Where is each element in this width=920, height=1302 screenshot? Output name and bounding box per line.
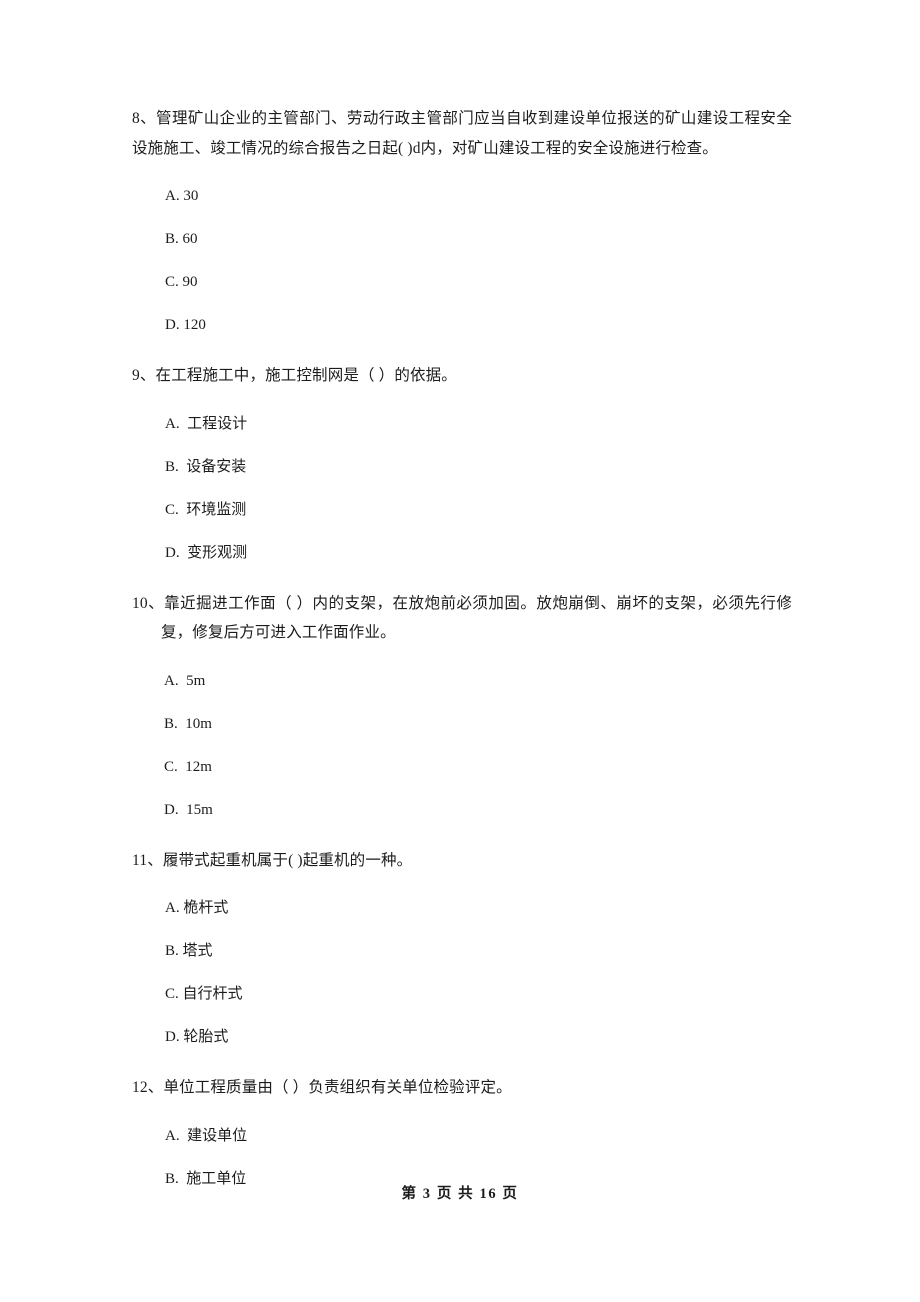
option-list-10: A. 5m B. 10m C. 12m D. 15m [132,660,792,832]
option-list-9: A. 工程设计 B. 设备安装 C. 环境监测 D. 变形观测 [132,403,792,575]
option-9-b[interactable]: B. 设备安装 [132,446,792,489]
question-stem-10: 10、靠近掘进工作面（ ）内的支架，在放炮前必须加固。放炮崩倒、崩坏的支架，必须… [132,594,792,642]
option-8-c[interactable]: C. 90 [132,261,792,304]
page-footer: 第 3 页 共 16 页 [0,1182,920,1203]
questions-container: 8、管理矿山企业的主管部门、劳动行政主管部门应当自收到建设单位报送的矿山建设工程… [132,104,792,1201]
option-8-a[interactable]: A. 30 [132,175,792,218]
option-list-8: A. 30 B. 60 C. 90 D. 120 [132,175,792,347]
question-stem-12: 12、单位工程质量由（ ）负责组织有关单位检验评定。 [132,1079,512,1096]
question-stem-8: 8、管理矿山企业的主管部门、劳动行政主管部门应当自收到建设单位报送的矿山建设工程… [132,110,792,157]
option-10-c[interactable]: C. 12m [132,746,792,789]
question-stem-9: 9、在工程施工中，施工控制网是（ ）的依据。 [132,367,457,384]
page-number-label: 第 3 页 共 16 页 [401,1186,519,1202]
option-8-d[interactable]: D. 120 [132,304,792,347]
option-10-d[interactable]: D. 15m [132,789,792,832]
document-page: 8、管理矿山企业的主管部门、劳动行政主管部门应当自收到建设单位报送的矿山建设工程… [0,0,920,1302]
question-stem-11: 11、履带式起重机属于( )起重机的一种。 [132,851,413,869]
question-block-9: 9、在工程施工中，施工控制网是（ ）的依据。 A. 工程设计 B. 设备安装 C… [132,361,792,589]
option-11-c[interactable]: C. 自行杆式 [132,973,792,1016]
option-9-c[interactable]: C. 环境监测 [132,489,792,532]
question-block-11: 11、履带式起重机属于( )起重机的一种。 A. 桅杆式 B. 塔式 C. 自行… [132,846,792,1074]
option-11-b[interactable]: B. 塔式 [132,930,792,973]
question-block-8: 8、管理矿山企业的主管部门、劳动行政主管部门应当自收到建设单位报送的矿山建设工程… [132,104,792,361]
option-12-a[interactable]: A. 建设单位 [132,1115,792,1158]
option-11-d[interactable]: D. 轮胎式 [132,1016,792,1059]
option-9-d[interactable]: D. 变形观测 [132,532,792,575]
option-9-a[interactable]: A. 工程设计 [132,403,792,446]
option-8-b[interactable]: B. 60 [132,218,792,261]
option-10-b[interactable]: B. 10m [132,703,792,746]
option-list-11: A. 桅杆式 B. 塔式 C. 自行杆式 D. 轮胎式 [132,887,792,1059]
option-10-a[interactable]: A. 5m [132,660,792,703]
question-block-10: 10、靠近掘进工作面（ ）内的支架，在放炮前必须加固。放炮崩倒、崩坏的支架，必须… [132,589,792,846]
option-11-a[interactable]: A. 桅杆式 [132,887,792,930]
